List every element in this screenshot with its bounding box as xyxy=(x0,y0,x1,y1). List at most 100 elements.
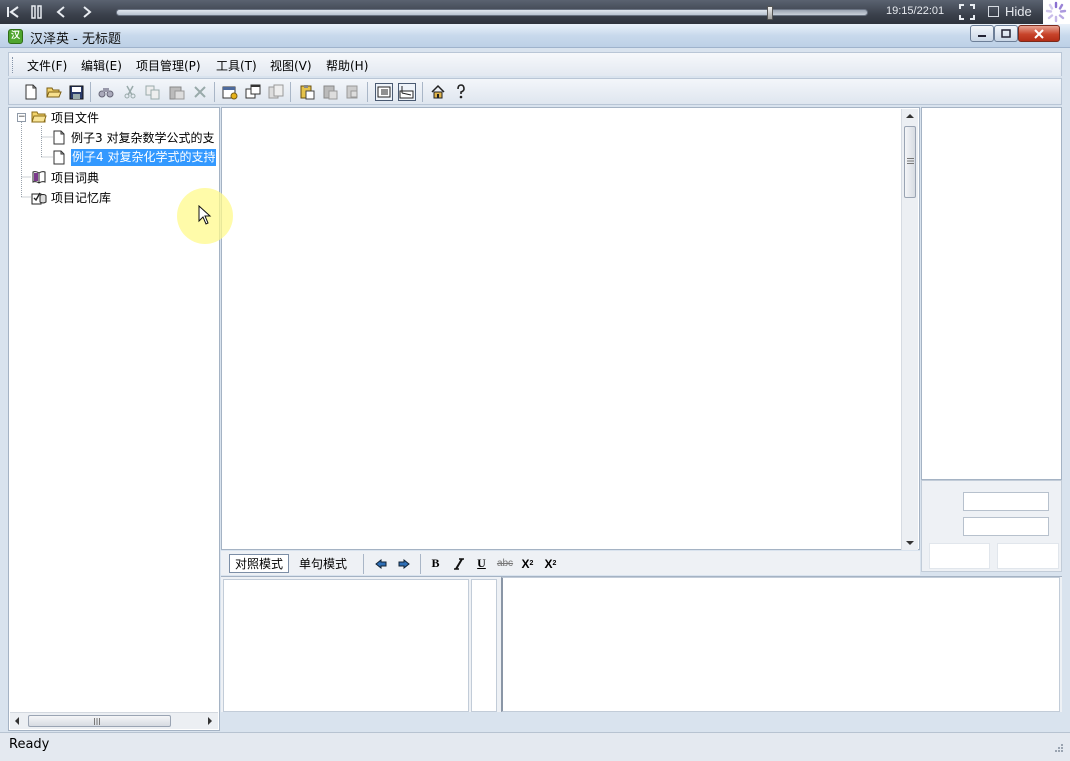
tree-label-file-selected: 例子4 对复杂化学式的支持 xyxy=(71,148,217,166)
tree-item-dictionary[interactable]: 项目词典 xyxy=(31,168,99,186)
open-folder-icon[interactable] xyxy=(45,83,63,101)
tab-compare-mode[interactable]: 对照模式 xyxy=(229,554,290,573)
tree-scroll-thumb[interactable] xyxy=(28,715,171,727)
editor-vertical-scrollbar[interactable] xyxy=(901,109,918,550)
close-button[interactable] xyxy=(1018,25,1060,42)
menu-file[interactable]: 文件(F) xyxy=(27,57,67,74)
minimize-button[interactable] xyxy=(970,25,994,42)
scroll-down-icon[interactable] xyxy=(906,540,914,546)
new-file-icon[interactable] xyxy=(22,83,40,101)
hide-label: Hide xyxy=(1005,4,1032,19)
progress-fill xyxy=(117,10,770,15)
property-field-2[interactable] xyxy=(963,517,1049,536)
help-icon[interactable] xyxy=(452,83,470,101)
format-toolbar: 对照模式 单句模式 B U abc X2 X2 xyxy=(221,551,920,575)
skip-back-icon[interactable] xyxy=(4,3,22,21)
property-field-1[interactable] xyxy=(963,492,1049,511)
resize-grip-icon[interactable] xyxy=(1052,743,1064,755)
save-icon[interactable] xyxy=(67,83,85,101)
format-separator xyxy=(420,554,421,574)
bold-button[interactable]: B xyxy=(427,555,444,572)
arrow-right-icon[interactable] xyxy=(395,555,412,572)
scroll-right-icon[interactable] xyxy=(207,717,213,725)
pane-splitter-strip[interactable] xyxy=(471,579,497,712)
playback-time: 19:15/22:01 xyxy=(886,5,945,17)
scroll-grip-icon xyxy=(907,158,914,164)
book-icon xyxy=(31,169,47,185)
previous-icon[interactable] xyxy=(52,3,70,21)
arrow-left-icon[interactable] xyxy=(372,555,389,572)
status-bar: Ready xyxy=(0,732,1070,761)
progress-slider[interactable] xyxy=(116,6,868,20)
toolbar-separator xyxy=(367,82,368,102)
source-text-pane[interactable] xyxy=(223,579,469,712)
document-icon xyxy=(51,149,67,165)
menu-project[interactable]: 项目管理(P) xyxy=(136,57,201,74)
clipboard-lock-icon[interactable] xyxy=(344,83,362,101)
format-separator xyxy=(363,554,364,574)
superscript-label: X xyxy=(521,556,530,571)
toolbar-separator xyxy=(290,82,291,102)
clipboard-icon[interactable] xyxy=(298,83,316,101)
cut-icon[interactable] xyxy=(121,83,139,101)
scroll-grip-icon xyxy=(94,718,100,725)
strikethrough-button[interactable]: abc xyxy=(494,555,516,572)
find-icon[interactable] xyxy=(97,83,115,101)
editor-scroll-thumb[interactable] xyxy=(904,126,916,198)
sentence-view-icon[interactable] xyxy=(398,83,416,101)
property-button-2[interactable] xyxy=(997,543,1059,569)
toolbar-separator xyxy=(422,82,423,102)
status-text: Ready xyxy=(9,737,50,752)
menu-edit[interactable]: 编辑(E) xyxy=(81,57,122,74)
main-toolbar xyxy=(8,78,1062,105)
editor-area[interactable] xyxy=(221,107,920,550)
maximize-button[interactable] xyxy=(994,25,1018,42)
underline-button[interactable]: U xyxy=(473,555,490,572)
tree-item-project-files[interactable]: 项目文件 xyxy=(31,108,99,126)
mouse-pointer-icon xyxy=(198,205,212,225)
scroll-up-icon[interactable] xyxy=(906,113,914,119)
window-titlebar[interactable]: 汉 汉泽英 - 无标题 xyxy=(0,24,1070,48)
next-icon[interactable] xyxy=(78,3,96,21)
tree-item-file-example3[interactable]: 例子3 对复杂数学公式的支 xyxy=(51,128,214,146)
memory-database-icon xyxy=(31,189,47,205)
tree-item-memory[interactable]: 项目记忆库 xyxy=(31,188,111,206)
tree-label-file: 例子3 对复杂数学公式的支 xyxy=(71,130,215,145)
subscript-label: X xyxy=(544,556,553,571)
copy-icon[interactable] xyxy=(144,83,162,101)
tree-horizontal-scrollbar[interactable] xyxy=(10,712,218,729)
player-bar: 19:15/22:01 Hide xyxy=(0,0,1070,24)
fullscreen-icon[interactable] xyxy=(958,3,976,21)
target-text-pane[interactable] xyxy=(501,577,1060,712)
compare-view-icon[interactable] xyxy=(375,83,393,101)
right-preview-panel xyxy=(921,107,1062,480)
home-icon[interactable] xyxy=(429,83,447,101)
project-pages-icon[interactable] xyxy=(267,83,285,101)
document-icon xyxy=(51,129,67,145)
project-add-icon[interactable] xyxy=(221,83,239,101)
menubar-grip[interactable] xyxy=(12,57,15,73)
subscript-mark: 2 xyxy=(552,560,557,567)
hide-checkbox[interactable] xyxy=(988,6,999,17)
pause-icon[interactable] xyxy=(28,3,46,21)
subscript-button[interactable]: X2 xyxy=(542,555,559,572)
progress-knob[interactable] xyxy=(766,6,773,20)
bottom-pane-area xyxy=(221,576,1062,712)
toolbar-separator xyxy=(214,82,215,102)
scroll-left-icon[interactable] xyxy=(14,717,20,725)
delete-icon[interactable] xyxy=(191,83,209,101)
tree-collapse-toggle[interactable]: − xyxy=(17,113,26,122)
property-button-1[interactable] xyxy=(929,543,990,569)
menu-view[interactable]: 视图(V) xyxy=(270,57,312,74)
superscript-button[interactable]: X2 xyxy=(519,555,536,572)
tab-sentence-mode[interactable]: 单句模式 xyxy=(294,554,352,573)
toolbar-separator xyxy=(90,82,91,102)
project-windows-icon[interactable] xyxy=(244,83,262,101)
italic-button[interactable] xyxy=(450,555,467,572)
menu-tools[interactable]: 工具(T) xyxy=(216,57,257,74)
paste-icon[interactable] xyxy=(168,83,186,101)
menu-help[interactable]: 帮助(H) xyxy=(326,57,368,74)
tree-item-file-example4[interactable]: 例子4 对复杂化学式的支持 xyxy=(51,148,217,166)
right-properties-panel xyxy=(921,480,1062,572)
clipboard-gray-icon[interactable] xyxy=(321,83,339,101)
